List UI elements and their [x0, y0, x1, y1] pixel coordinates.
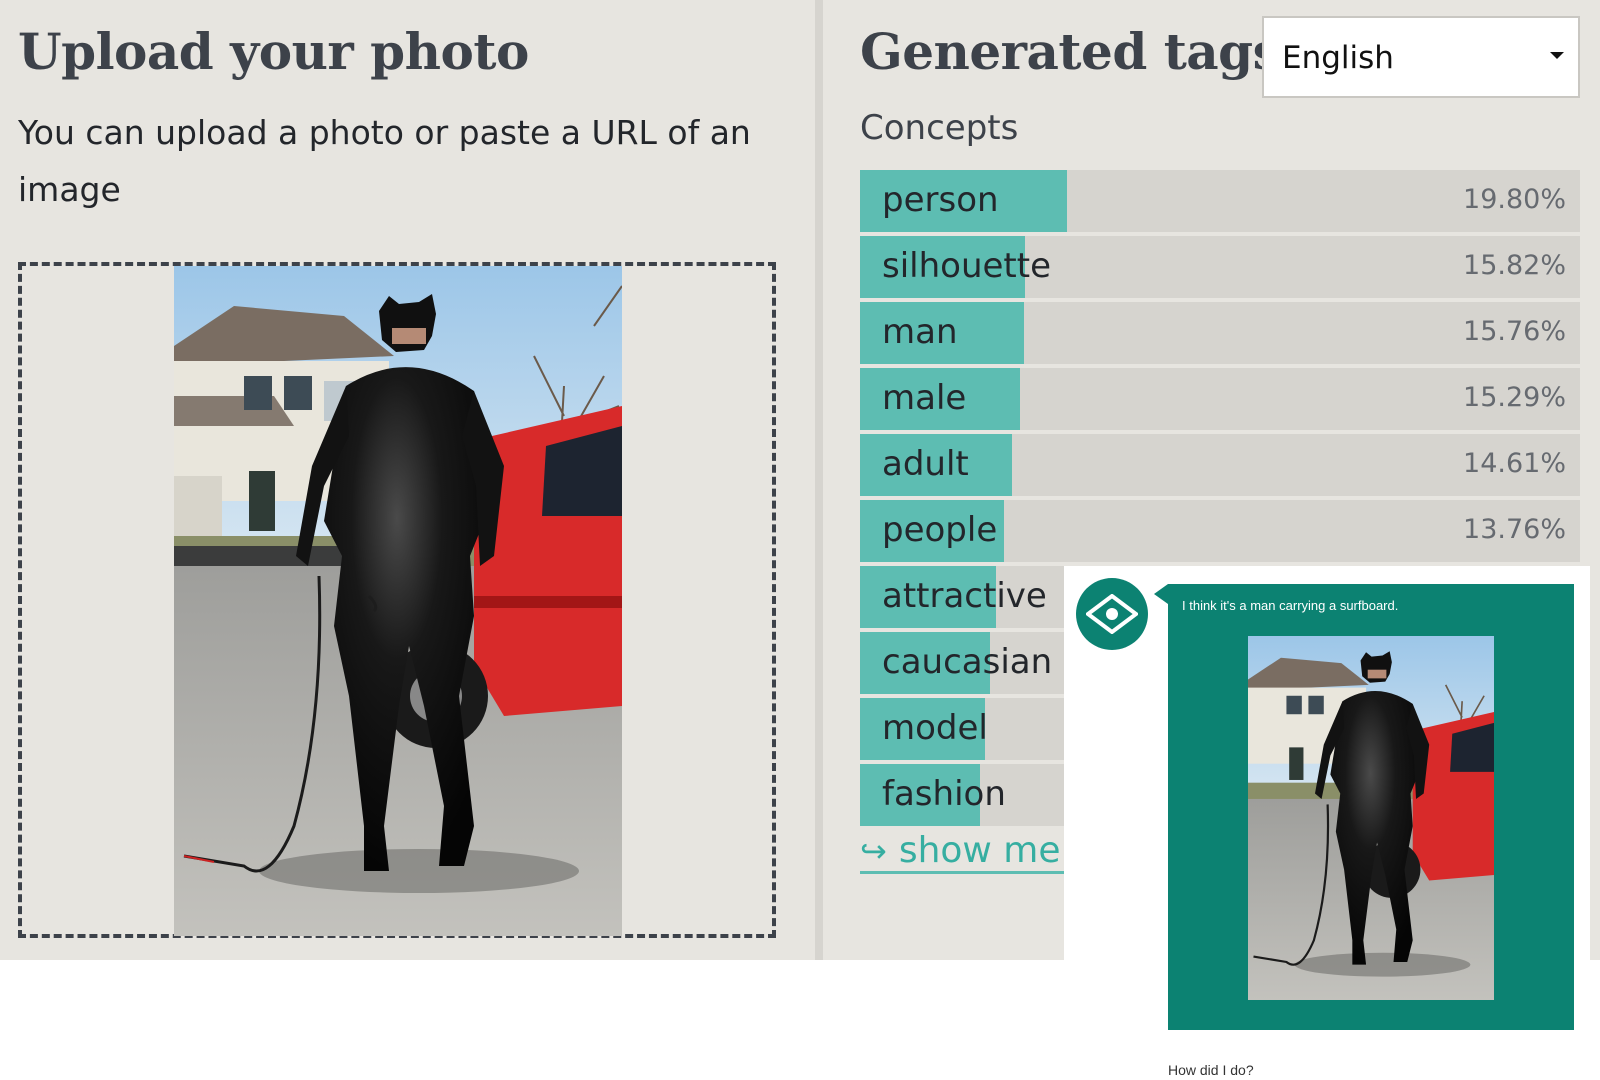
tag-percentage: 19.80% [1463, 184, 1566, 215]
tag-label: attractive [882, 576, 1047, 616]
show-more-link[interactable]: ↪ show me [860, 830, 1080, 874]
language-select-value: English [1282, 40, 1394, 76]
tags-title: Generated tags [860, 22, 1281, 81]
return-arrow-icon: ↪ [860, 832, 887, 870]
tag-label: man [882, 312, 958, 352]
chevron-down-icon [1550, 52, 1564, 59]
tag-percentage: 14.61% [1463, 448, 1566, 479]
photo-image [174, 266, 622, 936]
caption-bubble: I think it's a man carrying a surfboard. [1168, 584, 1574, 1030]
tag-label: fashion [882, 774, 1006, 814]
tag-label: adult [882, 444, 969, 484]
tag-label: people [882, 510, 998, 550]
tag-row: adult 14.61% [860, 434, 1580, 496]
tag-row: male 15.29% [860, 368, 1580, 430]
language-select[interactable]: English [1262, 16, 1580, 98]
eye-icon [1086, 594, 1138, 634]
upload-description: You can upload a photo or paste a URL of… [18, 113, 751, 209]
caption-photo [1248, 636, 1494, 1000]
caption-text: I think it's a man carrying a surfboard. [1182, 598, 1399, 613]
tag-percentage: 15.76% [1463, 316, 1566, 347]
panel-divider [815, 0, 823, 960]
caption-photo-image [1248, 636, 1494, 1000]
tag-row: person 19.80% [860, 170, 1580, 232]
tag-label: person [882, 180, 999, 220]
upload-title: Upload your photo [18, 22, 529, 81]
tag-label: male [882, 378, 967, 418]
tag-percentage: 13.76% [1463, 514, 1566, 545]
tag-row: people 13.76% [860, 500, 1580, 562]
tag-row: man 15.76% [860, 302, 1580, 364]
tag-label: silhouette [882, 246, 1052, 286]
uploaded-photo [174, 266, 622, 936]
concepts-label: Concepts [860, 108, 1019, 148]
caption-bot-card: I think it's a man carrying a surfboard. [1064, 566, 1590, 1080]
show-more-label: show me [898, 830, 1061, 871]
tag-percentage: 15.82% [1463, 250, 1566, 281]
feedback-prompt: How did I do? [1168, 1062, 1254, 1078]
tag-row: silhouette 15.82% [860, 236, 1580, 298]
tag-percentage: 15.29% [1463, 382, 1566, 413]
bubble-tail [1154, 584, 1168, 604]
tag-label: caucasian [882, 642, 1053, 682]
tag-label: model [882, 708, 988, 748]
bot-avatar [1076, 578, 1148, 650]
